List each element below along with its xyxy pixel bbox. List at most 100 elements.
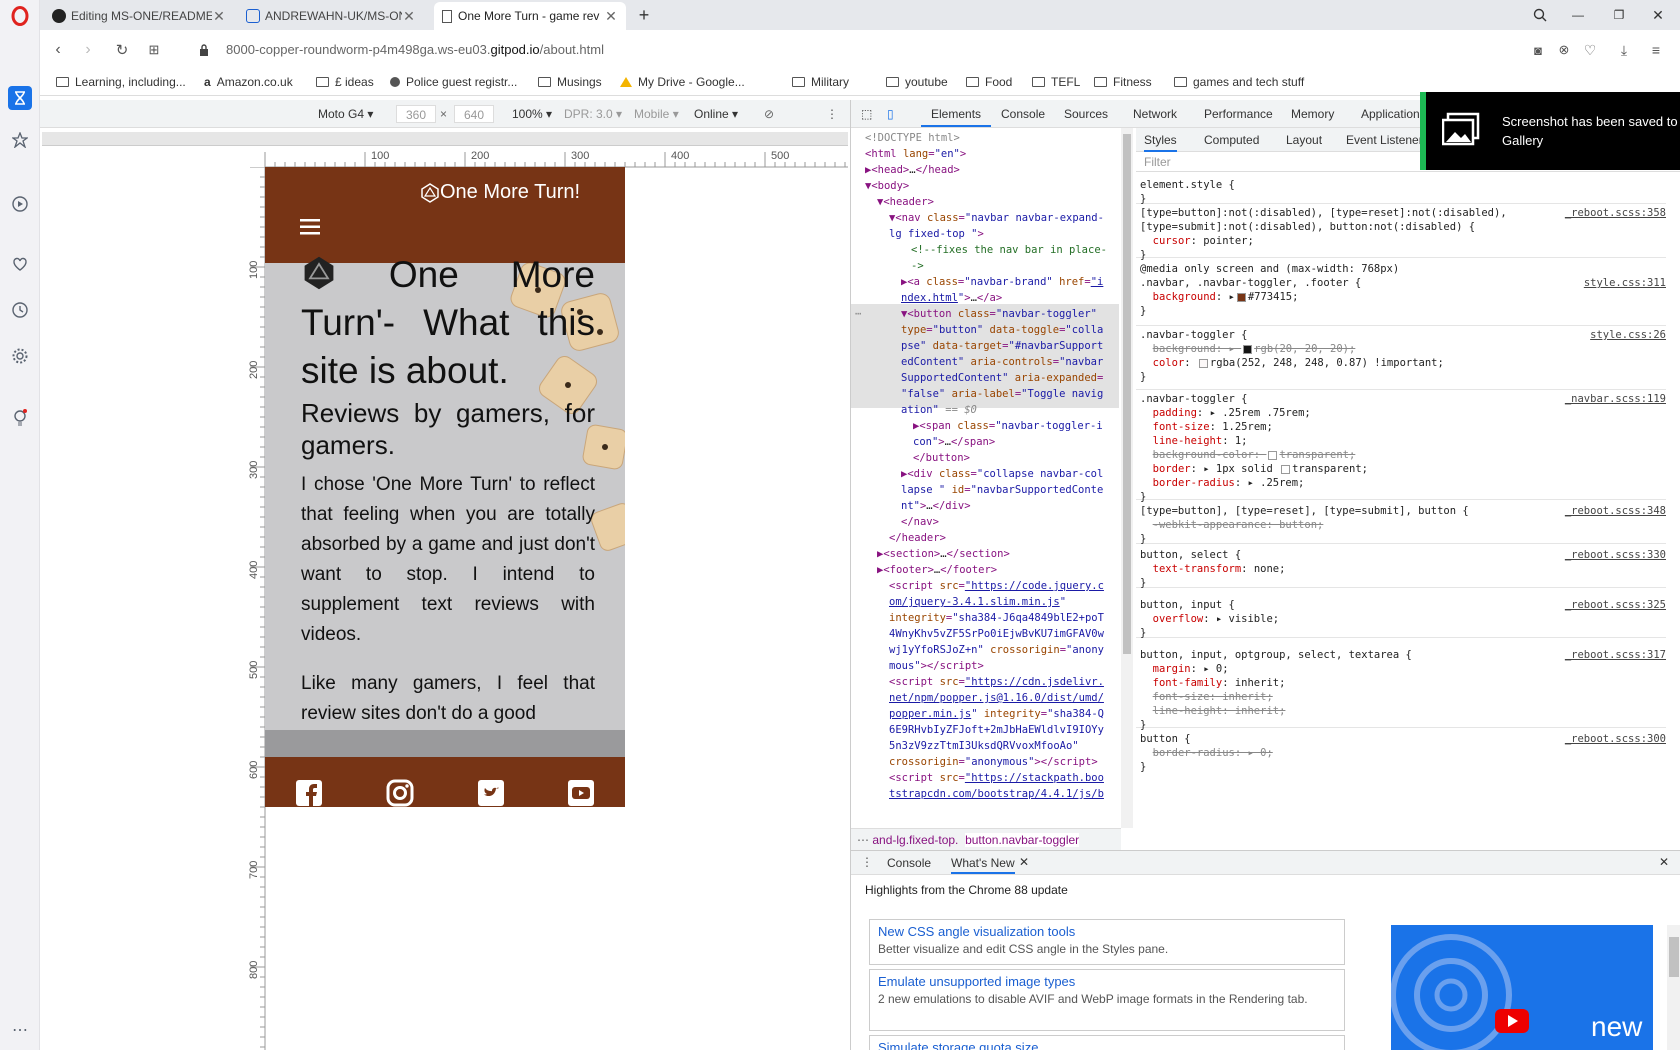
restore-icon[interactable]: ❐ (1607, 4, 1631, 26)
tab-repo[interactable]: ANDREWAHN-UK/MS-ONE ✕ (238, 2, 424, 30)
new-tab-icon[interactable]: + (632, 4, 656, 26)
dom-node-section[interactable]: ▶<section>…</section> (877, 546, 1010, 562)
dom-node-button-selected[interactable]: ▼<button class="navbar-toggler" (901, 306, 1097, 322)
bookmark-drive[interactable]: My Drive - Google... (620, 75, 745, 89)
close-whats-new-icon[interactable]: ✕ (1019, 855, 1029, 869)
whats-new-card[interactable]: New CSS angle visualization tools Better… (869, 919, 1345, 965)
source-link[interactable]: style.css:26 (1590, 328, 1666, 342)
youtube-play-icon[interactable] (1495, 1009, 1529, 1033)
dom-node-header[interactable]: ▼<header> (877, 194, 934, 210)
facebook-icon[interactable] (295, 779, 323, 807)
tabs-grid-icon[interactable]: ⊞ (144, 40, 164, 60)
tips-icon[interactable] (8, 406, 32, 430)
dom-node-body[interactable]: ▼<body> (865, 178, 909, 194)
url-field[interactable]: 8000-copper-roundworm-p4m498ga.ws-eu03.g… (226, 42, 604, 57)
inspect-element-icon[interactable]: ⬚ (861, 107, 872, 121)
bookmark-fitness[interactable]: Fitness (1094, 75, 1152, 89)
dom-node-script[interactable]: <script src="https://cdn.jsdelivr. (889, 674, 1104, 690)
drawer-tab-console[interactable]: Console (887, 856, 931, 870)
tab-application[interactable]: Application (1361, 107, 1420, 121)
scrollbar-thumb[interactable] (1669, 937, 1679, 977)
mode-select[interactable]: Mobile ▾ (634, 107, 679, 121)
tab-console[interactable]: Console (1001, 107, 1045, 121)
easy-setup-icon[interactable]: ≡ (1646, 40, 1666, 60)
breadcrumb-item[interactable]: and-lg.fixed-top. (872, 833, 958, 847)
device-select[interactable]: Moto G4 ▾ (318, 107, 373, 121)
subtab-event-listeners[interactable]: Event Listeners (1346, 133, 1429, 147)
close-tab-icon[interactable]: ✕ (402, 8, 416, 25)
height-input[interactable]: 640 (454, 105, 494, 123)
subtab-layout[interactable]: Layout (1286, 133, 1322, 147)
close-tab-icon[interactable]: ✕ (604, 8, 618, 25)
elements-scrollbar[interactable] (1121, 128, 1133, 828)
bookmark-food[interactable]: Food (966, 75, 1012, 89)
bookmark-musings[interactable]: Musings (538, 75, 602, 89)
close-drawer-icon[interactable]: ✕ (1659, 855, 1669, 869)
source-link[interactable]: _reboot.scss:317 (1565, 648, 1666, 662)
node-actions-icon[interactable]: ⋯ (855, 306, 861, 322)
whats-new-video-thumbnail[interactable]: new (1391, 925, 1653, 1050)
navbar-toggler-button[interactable] (300, 219, 320, 235)
back-icon[interactable]: ‹ (48, 40, 68, 60)
bookmark-heart-icon[interactable]: ♡ (1580, 40, 1600, 60)
breadcrumb-item[interactable]: button.navbar-toggler (965, 833, 1080, 847)
dom-node-span[interactable]: ▶<span class="navbar-toggler-i (913, 418, 1103, 434)
forward-icon[interactable]: › (78, 40, 98, 60)
filter-input[interactable]: Filter (1144, 155, 1171, 169)
close-window-icon[interactable]: ✕ (1646, 4, 1670, 26)
whats-new-card[interactable]: Simulate storage quota size (869, 1035, 1345, 1050)
player-icon[interactable] (8, 192, 32, 216)
dom-node-navbar-brand[interactable]: ▶<a class="navbar-brand" href="i (901, 274, 1103, 290)
tab-one-more-turn[interactable]: One More Turn - game rev ✕ (434, 2, 626, 30)
dom-node-footer[interactable]: ▶<footer>…</footer> (877, 562, 997, 578)
more-options-icon[interactable]: ⋮ (826, 107, 838, 121)
source-link[interactable]: _reboot.scss:348 (1565, 504, 1666, 518)
dom-node-nav[interactable]: ▼<nav class="navbar navbar-expand- (889, 210, 1104, 226)
bookmark-military[interactable]: Military (792, 75, 849, 89)
dom-node-script[interactable]: <script src="https://stackpath.boo (889, 770, 1104, 786)
device-toggle-icon[interactable]: ▯ (887, 107, 894, 121)
reload-icon[interactable]: ↻ (112, 40, 132, 60)
close-tab-icon[interactable]: ✕ (212, 8, 226, 25)
drawer-tab-whats-new[interactable]: What's New (951, 856, 1015, 874)
tab-performance[interactable]: Performance (1204, 107, 1273, 121)
source-link[interactable]: _navbar.scss:119 (1565, 392, 1666, 406)
history-icon[interactable] (8, 298, 32, 322)
source-link[interactable]: _reboot.scss:358 (1565, 206, 1666, 220)
snapshot-icon[interactable]: ◙ (1528, 40, 1548, 60)
zoom-select[interactable]: 100% ▾ (512, 107, 552, 121)
dom-node-script[interactable]: <script src="https://code.jquery.c (889, 578, 1104, 594)
tab-network[interactable]: Network (1133, 107, 1177, 121)
bookmark-amazon[interactable]: a Amazon.co.uk (204, 75, 293, 89)
tab-sources[interactable]: Sources (1064, 107, 1108, 121)
source-link[interactable]: style.css:311 (1584, 276, 1666, 290)
settings-icon[interactable] (8, 344, 32, 368)
youtube-icon[interactable] (567, 779, 595, 807)
twitter-icon[interactable] (477, 779, 505, 807)
heart-icon[interactable] (8, 252, 32, 276)
width-input[interactable]: 360 (396, 105, 436, 123)
dom-node-head[interactable]: ▶<head>…</head> (865, 162, 960, 178)
source-link[interactable]: _reboot.scss:325 (1565, 598, 1666, 612)
subtab-styles[interactable]: Styles (1144, 133, 1177, 152)
bookmark-police[interactable]: Police guest registr... (390, 75, 517, 89)
bookmark-ideas[interactable]: £ ideas (316, 75, 374, 89)
rotate-icon[interactable]: ⊘ (764, 107, 774, 121)
speed-dial-icon[interactable] (8, 86, 32, 110)
dpr-select[interactable]: DPR: 3.0 ▾ (564, 107, 622, 121)
downloads-icon[interactable]: ⤓ (1614, 40, 1634, 60)
source-link[interactable]: _reboot.scss:330 (1565, 548, 1666, 562)
tab-elements[interactable]: Elements (931, 107, 981, 121)
minimize-icon[interactable]: — (1566, 4, 1590, 26)
source-link[interactable]: _reboot.scss:300 (1565, 732, 1666, 746)
opera-logo-icon[interactable] (8, 4, 32, 28)
whats-new-card[interactable]: Emulate unsupported image types 2 new em… (869, 969, 1345, 1031)
dom-node-collapse[interactable]: ▶<div class="collapse navbar-col (901, 466, 1103, 482)
network-select[interactable]: Online ▾ (694, 107, 738, 121)
tab-memory[interactable]: Memory (1291, 107, 1334, 121)
dom-node-html[interactable]: <html lang="en"> (865, 146, 966, 162)
adblock-icon[interactable]: ⊗ (1554, 40, 1574, 60)
bookmark-tefl[interactable]: TEFL (1032, 75, 1080, 89)
instagram-icon[interactable] (386, 779, 414, 807)
drawer-menu-icon[interactable]: ⋮ (861, 855, 873, 869)
